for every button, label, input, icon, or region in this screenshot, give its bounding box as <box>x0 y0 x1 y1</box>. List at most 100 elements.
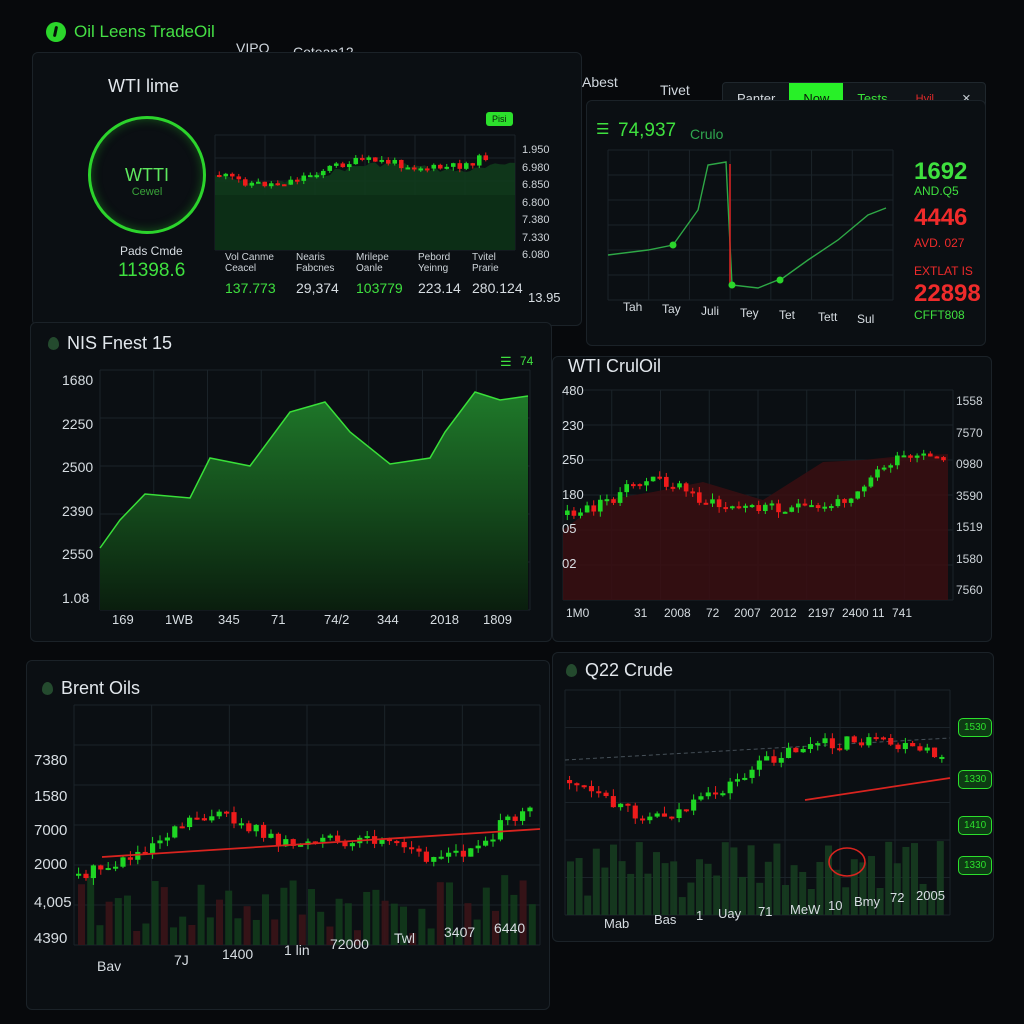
wcc-candle <box>901 455 907 458</box>
wti-candle <box>405 167 411 170</box>
list-icon[interactable]: ☰ <box>500 354 512 370</box>
q22-x-tick: Uay <box>718 906 742 921</box>
wti-candle <box>464 163 469 169</box>
q22-title-text: Q22 Crude <box>585 660 674 680</box>
q22-candle <box>888 737 894 745</box>
crude-point <box>728 281 736 289</box>
wcc-candle <box>934 456 940 459</box>
brent-volume-bar <box>372 889 380 945</box>
wti-badge[interactable]: Pisi <box>486 112 513 126</box>
crude-x-tick: Tay <box>662 302 681 316</box>
oil-drop-icon <box>46 22 66 42</box>
wcc-y-left-tick: 180 <box>562 486 584 502</box>
brent-volume-bar <box>418 908 426 945</box>
q22-candle <box>859 742 865 746</box>
brent-candle <box>520 811 526 821</box>
crude-x-tick: Juli <box>701 304 720 318</box>
leaf-icon <box>566 664 577 677</box>
q22-candle <box>691 799 697 811</box>
q22-candle <box>837 748 843 751</box>
nav-item-5[interactable]: Abest <box>582 74 618 90</box>
nav-item-label: Tivet <box>660 82 690 98</box>
brent-y-tick: 1580 <box>34 788 68 805</box>
nis-x-tick: 169 <box>112 612 134 627</box>
wcc-candle <box>565 510 570 515</box>
wcc-y-right-tick: 1519 <box>956 520 983 534</box>
brent-candle <box>394 841 400 844</box>
brent-y-tick: 7000 <box>34 822 68 839</box>
wcc-candle <box>611 499 616 503</box>
q22-candle <box>676 809 682 818</box>
wti-metric-value: 29,374 <box>296 280 339 296</box>
q22-volume-bar <box>592 848 600 915</box>
wti-candle <box>373 157 378 162</box>
wti-candle <box>243 179 248 186</box>
wcc-x-tick: 2400 11 <box>842 606 885 620</box>
wcc-candle <box>578 512 583 516</box>
nis-x-tick: 71 <box>271 612 286 627</box>
q22-candle <box>932 747 938 758</box>
q22-candle <box>851 736 857 743</box>
brent-candle <box>209 816 215 821</box>
q22-candle <box>822 738 828 744</box>
wcc-candle <box>683 483 689 492</box>
wcc-candle <box>928 453 933 457</box>
wcc-y-right-tick: 1580 <box>956 551 983 566</box>
q22-candle <box>567 780 573 784</box>
wcc-candle <box>697 492 702 503</box>
wti-candle <box>431 164 437 169</box>
q22-volume-bar <box>618 861 626 915</box>
crude-side-stat: EXTLAT IS <box>914 264 973 278</box>
wti-candle <box>392 159 398 164</box>
brent-volume-bar <box>482 887 490 945</box>
wti-candle <box>340 163 346 168</box>
wti-right-tick: 7.380 <box>522 214 550 226</box>
q22-price-tag: 1530 <box>958 718 993 737</box>
brent-candle <box>335 835 341 842</box>
leaf-icon <box>42 682 53 695</box>
wti-right-tick: 6.980 <box>522 161 550 174</box>
q22-candle <box>647 816 653 821</box>
q22-candle <box>727 781 733 794</box>
wti-candle <box>321 170 326 176</box>
brent-candle <box>512 816 518 821</box>
crude-x-tick: Tet <box>779 308 796 322</box>
wcc-y-left-tick: 230 <box>562 417 584 433</box>
nav-item-6[interactable]: Tivet <box>660 82 690 98</box>
brent-x-tick: 6440 <box>494 920 526 936</box>
crude-title-value: 74,937 <box>618 120 677 141</box>
wti-crude-title: WTI CrulOil <box>568 356 661 376</box>
wti-candle <box>470 163 476 166</box>
q22-volume-bar <box>584 895 592 915</box>
brent-volume-bar <box>96 925 104 945</box>
wti-gauge-subtitle: Cewel <box>131 186 163 198</box>
q22-candle <box>829 738 835 749</box>
q22-candle <box>632 805 638 819</box>
wcc-y-left-tick: 02 <box>562 555 577 571</box>
wcc-candle <box>624 484 630 493</box>
brent-candle <box>505 816 511 821</box>
brent-volume-bar <box>308 889 315 945</box>
q22-volume-bar <box>661 863 669 915</box>
brand[interactable]: Oil Leens TradeOil <box>46 22 215 42</box>
crude-side-stat: 4446 <box>914 204 968 231</box>
wcc-candle <box>598 499 603 512</box>
q22-candle <box>800 748 806 753</box>
wcc-candle <box>650 476 656 482</box>
q22-candle <box>640 818 646 821</box>
q22-price-tag: 1410 <box>958 816 993 835</box>
brent-x-tick: Twl <box>394 930 415 946</box>
wcc-candle <box>908 455 913 458</box>
wcc-candle <box>888 465 894 468</box>
q22-candle <box>924 747 930 751</box>
q22-x-tick: 2005 <box>916 888 945 903</box>
q22-volume-bar <box>730 847 738 915</box>
wcc-candle <box>736 506 742 509</box>
q22-volume-bar <box>773 843 781 915</box>
brent-volume-bar <box>197 884 205 945</box>
q22-candle <box>610 796 616 808</box>
wcc-candle <box>776 503 781 513</box>
list-icon[interactable]: ☰ <box>596 120 609 138</box>
brent-candle <box>164 837 170 841</box>
wcc-candle <box>829 506 834 509</box>
